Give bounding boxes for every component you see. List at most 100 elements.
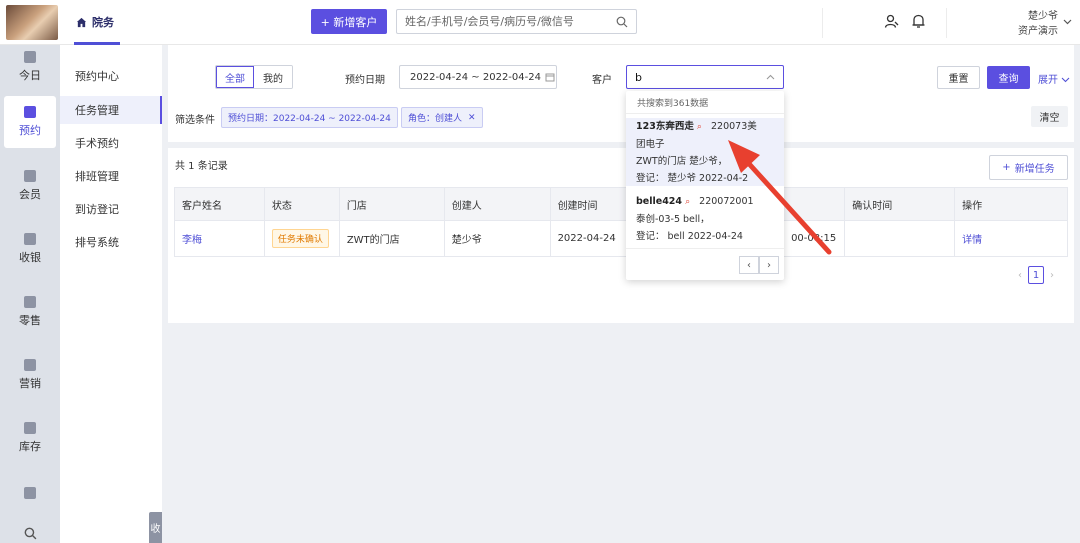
store-cell: ZWT的门店 — [338, 220, 445, 257]
page-number[interactable]: 1 — [1028, 266, 1044, 284]
subnav-item-surgery[interactable]: 手术预约 — [60, 129, 162, 157]
col-header: 确认时间 — [844, 187, 956, 221]
avatar[interactable] — [6, 5, 58, 40]
nav-label: 库存 — [19, 440, 41, 453]
global-search[interactable] — [396, 9, 637, 34]
details-link[interactable]: 详情 — [962, 235, 982, 246]
created-time-cell: 2022-04-24 — [549, 220, 631, 257]
next-page-icon[interactable]: › — [1050, 270, 1054, 281]
reset-button[interactable]: 重置 — [937, 66, 980, 89]
cashier-icon — [24, 233, 36, 245]
chevron-down-icon[interactable] — [1063, 19, 1072, 25]
seg-mine[interactable]: 我的 — [254, 66, 292, 88]
scope-toggle: 全部 我的 — [215, 65, 293, 89]
filter-tag-label: 角色：创建人 — [408, 114, 463, 124]
search-count: 共搜索到361数据 — [637, 99, 709, 109]
search-icon[interactable] — [616, 16, 628, 28]
prev-page-icon[interactable]: ‹ — [1018, 270, 1022, 281]
divider — [626, 113, 784, 114]
nav-item-marketing[interactable]: 营销 — [0, 349, 60, 401]
nav-item-inventory[interactable]: 库存 — [0, 412, 60, 464]
chevron-left-icon[interactable]: ‹ — [739, 256, 759, 274]
left-nav: 今日 预约 会员 收银 零售 营销 库存 — [0, 45, 60, 543]
medical-kit-icon — [24, 487, 36, 499]
nav-item-today[interactable]: 今日 — [0, 41, 60, 93]
chevron-down-icon — [1061, 77, 1070, 83]
option-name: belle424 — [636, 196, 683, 207]
user-switch-icon[interactable] — [884, 14, 899, 29]
search-input[interactable] — [405, 15, 605, 28]
add-customer-button[interactable]: + 新增客户 — [311, 9, 387, 34]
scroll-edge — [1074, 45, 1080, 543]
divider — [626, 248, 784, 249]
nav-item-members[interactable]: 会员 — [0, 160, 60, 212]
date-range-value: 2022-04-24 ~ 2022-04-24 — [410, 71, 541, 83]
date-label: 预约日期 — [345, 75, 385, 86]
option-id: 220073美 — [710, 121, 757, 132]
col-header: 操作 — [954, 187, 1068, 221]
subnav-item-appointment-center[interactable]: 预约中心 — [60, 62, 162, 90]
nav-label: 会员 — [19, 188, 41, 201]
user-name: 楚少爷 — [1028, 11, 1058, 22]
nav-item-search[interactable] — [0, 507, 60, 543]
confirmed-time-cell — [844, 220, 956, 257]
members-icon — [24, 170, 36, 182]
nav-label: 今日 — [19, 69, 41, 82]
box-icon — [24, 422, 36, 434]
nav-label: 预约 — [19, 124, 41, 137]
clear-filters-button[interactable]: 清空 — [1031, 106, 1068, 127]
sub-nav: 预约中心 任务管理 手术预约 排班管理 到访登记 排号系统 — [60, 45, 162, 543]
expand-label: 展开 — [1038, 75, 1058, 86]
bell-icon[interactable] — [911, 13, 926, 29]
subnav-item-schedule[interactable]: 排班管理 — [60, 162, 162, 190]
new-task-label: 新增任务 — [1014, 164, 1055, 175]
option-line: ZWT的门店 楚少爷， — [636, 156, 728, 167]
brand-label: 院务 — [92, 16, 114, 29]
customer-input-value: b — [635, 70, 642, 84]
date-range-picker[interactable]: 2022-04-24 ~ 2022-04-24 — [399, 65, 557, 89]
seg-all[interactable]: 全部 — [216, 66, 254, 88]
subnav-item-queue[interactable]: 排号系统 — [60, 228, 162, 256]
header-divider — [822, 8, 823, 38]
user-menu[interactable]: 楚少爷 资产演示 — [1018, 9, 1058, 39]
chevron-up-icon — [766, 74, 775, 80]
bookmark-icon — [24, 359, 36, 371]
status-badge: 任务未确认 — [271, 229, 329, 248]
nav-item-appointment[interactable]: 预约 — [4, 96, 56, 148]
customer-search-dropdown: 共搜索到361数据 123东奔西走 ⌕ 220073美 团电子 ZWT的门店 楚… — [626, 91, 784, 280]
home-icon — [76, 17, 87, 27]
nav-label: 营销 — [19, 377, 41, 390]
option-line: 团电子 — [636, 139, 665, 150]
expand-button[interactable]: 展开 — [1038, 71, 1070, 86]
option-line: 泰创-03-5 bell， — [636, 214, 710, 225]
new-task-button[interactable]: + 新增任务 — [989, 155, 1068, 180]
option-id: 220072001 — [699, 196, 754, 207]
close-icon[interactable]: ✕ — [468, 113, 476, 123]
query-button[interactable]: 查询 — [987, 66, 1030, 89]
nav-item-retail[interactable]: 零售 — [0, 286, 60, 338]
task-table: 客户姓名 状态 门店 创建人 创建时间 确认时间 操作 李梅 任务未确认 ZWT… — [174, 187, 1068, 257]
subnav-item-task-management[interactable]: 任务管理 — [60, 96, 162, 124]
filter-condition-label: 筛选条件 — [175, 115, 215, 126]
pagination: ‹ 1 › — [1018, 266, 1054, 284]
col-header: 状态 — [263, 187, 340, 221]
customer-input[interactable]: b — [626, 65, 784, 89]
col-header: 创建人 — [443, 187, 551, 221]
brand-tab[interactable]: 院务 — [76, 14, 114, 30]
plus-icon: + — [1002, 162, 1011, 173]
search-match-icon: ⌕ — [696, 122, 702, 132]
dropdown-option[interactable]: belle424 ⌕ 220072001 泰创-03-5 bell， 登记： b… — [626, 193, 784, 245]
collapse-subnav-button[interactable]: 收 — [149, 512, 162, 543]
search-icon — [24, 527, 36, 539]
customer-name-link[interactable]: 李梅 — [182, 235, 202, 246]
subnav-item-visit-registration[interactable]: 到访登记 — [60, 195, 162, 223]
col-header: 门店 — [338, 187, 445, 221]
dropdown-option[interactable]: 123东奔西走 ⌕ 220073美 团电子 ZWT的门店 楚少爷， 登记： 楚少… — [626, 118, 784, 186]
nav-label: 零售 — [19, 314, 41, 327]
option-line: 登记： bell 2022-04-24 — [636, 231, 743, 242]
chevron-right-icon[interactable]: › — [759, 256, 779, 274]
nav-item-cashier[interactable]: 收银 — [0, 223, 60, 275]
option-line: 登记： 楚少爷 2022-04-2 — [636, 173, 749, 184]
section-divider — [168, 142, 1074, 148]
user-org: 资产演示 — [1018, 26, 1058, 37]
